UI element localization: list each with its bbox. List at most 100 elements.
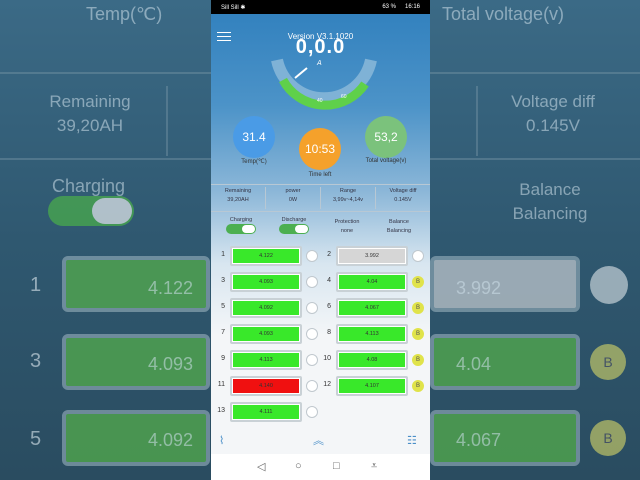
phone-screen: Sill Sill ✱ 63 % 16:16 Version V3.1.1020…: [211, 0, 430, 480]
cell-voltage-box: 4.092: [230, 298, 302, 318]
cell-voltage-box: 4.04: [336, 272, 408, 292]
cell-voltage-value: 4.122: [233, 249, 299, 263]
info-row: Remaining 39,20AH power 0W Range 3,99v~4…: [211, 184, 430, 212]
bg-cell-value: 4.04: [456, 354, 492, 374]
bg-balance-badge: B: [590, 344, 626, 380]
cell-status-dot: [412, 250, 424, 262]
bg-divider: [476, 86, 478, 156]
bg-divider: [166, 86, 168, 156]
range-info: Range 3,99v~4,14v: [321, 187, 375, 205]
power-info: power 0W: [266, 187, 320, 205]
bg-cell-value: 4.122: [148, 278, 194, 298]
cell-voltage-value: 4.08: [339, 353, 405, 367]
balance-badge: B: [412, 328, 424, 340]
bg-balance-value: Balancing: [512, 204, 588, 223]
cell-status-dot: [306, 276, 318, 288]
bg-remaining-label: Remaining: [49, 92, 131, 111]
cell-number: 12: [323, 381, 331, 388]
temperature-label: Temp(℃): [241, 159, 267, 165]
current-value: 0,0.0: [295, 36, 346, 58]
protection-value: none: [340, 228, 354, 234]
balance-label: Balance: [389, 219, 409, 225]
bg-row-number: 5: [30, 428, 42, 450]
back-button[interactable]: ◁: [257, 460, 265, 473]
cell-voltage-box: 4.067: [336, 298, 408, 318]
cell-number: 10: [323, 355, 331, 362]
recents-button[interactable]: □: [333, 460, 340, 472]
bg-divider: [430, 72, 640, 74]
discharge-label: Discharge: [281, 217, 307, 223]
cell-voltage-box: 4.093: [230, 324, 302, 344]
bg-voltage-diff-label: Voltage diff: [511, 92, 595, 111]
balance-badge: B: [412, 276, 424, 288]
cell-voltage-value: 4.113: [339, 327, 405, 341]
bg-divider: [0, 158, 211, 160]
bg-cell-value: 4.093: [148, 354, 194, 374]
balance-value: Balancing: [386, 228, 412, 234]
cell-number: 9: [221, 355, 225, 362]
remaining-info: Remaining 39,20AH: [211, 187, 265, 205]
bg-remaining-value: 39,20AH: [56, 116, 124, 135]
power-label: power: [285, 188, 301, 194]
cell-voltage-box: 4.08: [336, 350, 408, 370]
time-left-label: Time left: [308, 172, 332, 178]
cell-status-dot: [306, 354, 318, 366]
cell-status-dot: [306, 328, 318, 340]
cell-voltage-box: 4.111: [230, 402, 302, 422]
bg-cell: [430, 256, 580, 312]
remaining-label: Remaining: [224, 188, 252, 194]
cell-voltage-box: 4.122: [230, 246, 302, 266]
current-unit: A: [317, 60, 322, 67]
voltage-diff-value: 0.145V: [394, 197, 412, 203]
bg-cell: [430, 334, 580, 390]
total-voltage-circle: 53,2: [365, 116, 407, 158]
cell-number: 6: [327, 303, 331, 310]
charging-toggle[interactable]: [226, 224, 256, 234]
bg-row-number: 1: [30, 274, 42, 296]
bg-charging-label: Charging: [52, 176, 126, 196]
cell-status-dot: [306, 406, 318, 418]
bg-dot: [590, 266, 628, 304]
bottom-toolbar: ⌇ ︽ ☷: [211, 430, 430, 454]
bg-balance-label: Balance: [519, 180, 581, 199]
range-label: Range: [339, 188, 357, 194]
cell-number: 2: [327, 251, 331, 258]
cell-voltage-box: 4.113: [230, 350, 302, 370]
bg-balance-badge: B: [590, 420, 626, 456]
cell-number: 1: [221, 251, 225, 258]
discharge-toggle[interactable]: [279, 224, 309, 234]
cell-number: 11: [217, 381, 225, 388]
status-bar: Sill Sill ✱ 63 % 16:16: [211, 0, 430, 14]
bg-cell-value: 3.992: [456, 278, 502, 298]
download-button[interactable]: ⩡: [371, 460, 377, 473]
bg-cell-value: 4.067: [456, 430, 502, 450]
signal-indicator: Sill Sill ✱: [221, 5, 246, 11]
voltage-diff-label: Voltage diff: [389, 188, 417, 194]
bg-voltage-diff-value: 0.145V: [526, 116, 580, 135]
gauge-tick-label: 60: [341, 94, 347, 100]
current-gauge: 40 60: [271, 58, 377, 110]
clock: 16:16: [404, 4, 420, 10]
cell-voltage-value: 4.067: [339, 301, 405, 315]
gauge-tick-label: 40: [317, 98, 323, 104]
bg-cell: [430, 410, 580, 466]
double-chevron-up-icon[interactable]: ︽: [313, 432, 324, 448]
cell-status-dot: [306, 302, 318, 314]
home-button[interactable]: ○: [295, 460, 302, 472]
cell-number: 8: [327, 329, 331, 336]
cell-voltage-value: 4.113: [233, 353, 299, 367]
activity-icon[interactable]: ⌇: [219, 434, 224, 447]
cell-number: 4: [327, 277, 331, 284]
protection-label: Protection: [334, 219, 360, 225]
gauge-needle: [294, 67, 308, 79]
cell-voltage-box: 4.107: [336, 376, 408, 396]
cell-voltage-value: 4.093: [233, 327, 299, 341]
balance-badge: B: [412, 302, 424, 314]
settings-sliders-icon[interactable]: ☷: [407, 434, 417, 447]
cell-voltage-box: 4.140: [230, 376, 302, 396]
power-value: 0W: [288, 197, 298, 203]
cell-voltage-value: 4.107: [339, 379, 405, 393]
remaining-value: 39,20AH: [227, 197, 249, 203]
bg-divider: [0, 72, 211, 74]
cell-number: 7: [221, 329, 225, 336]
